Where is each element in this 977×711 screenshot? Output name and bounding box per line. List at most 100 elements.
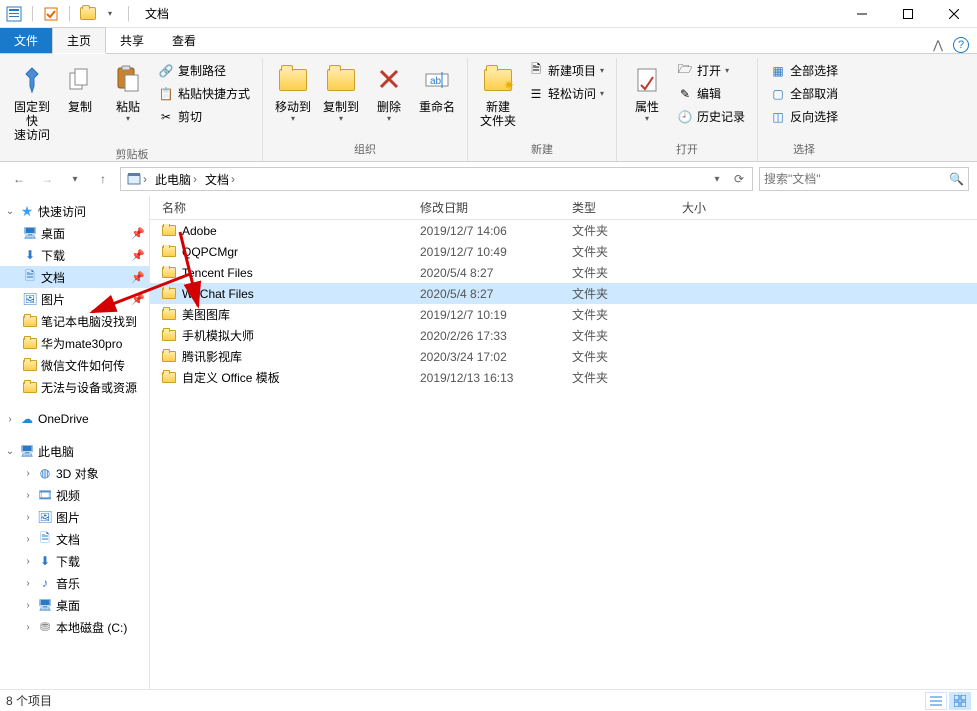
- recent-locations-button[interactable]: ▾: [64, 168, 86, 190]
- tree-downloads2[interactable]: ›⬇下载: [0, 550, 149, 572]
- tree-desktop2[interactable]: ›🖥桌面: [0, 594, 149, 616]
- new-item-button[interactable]: 🗎新建项目 ▾: [526, 60, 606, 81]
- invert-selection-button[interactable]: ◫反向选择: [768, 106, 840, 127]
- easy-access-button[interactable]: ☰轻松访问 ▾: [526, 83, 606, 104]
- tree-downloads[interactable]: ⬇下载📌: [0, 244, 149, 266]
- table-row[interactable]: Adobe2019/12/7 14:06文件夹: [150, 220, 977, 241]
- rename-button[interactable]: ab 重命名: [413, 58, 461, 116]
- easy-access-icon: ☰: [528, 86, 544, 102]
- properties-button[interactable]: 属性▾: [623, 58, 671, 125]
- tab-home[interactable]: 主页: [52, 27, 106, 54]
- forward-button[interactable]: →: [36, 168, 58, 190]
- tree-cdrive[interactable]: ›⛃本地磁盘 (C:): [0, 616, 149, 638]
- window-title: 文档: [139, 5, 169, 22]
- table-row[interactable]: QQPCMgr2019/12/7 10:49文件夹: [150, 241, 977, 262]
- view-icons-button[interactable]: [949, 692, 971, 710]
- col-header-type[interactable]: 类型: [560, 199, 670, 216]
- nav-tree[interactable]: ⌄★快速访问 🖥桌面📌 ⬇下载📌 🗎文档📌 🖼图片📌 笔记本电脑没找到 华为ma…: [0, 196, 150, 689]
- breadcrumb-this-pc[interactable]: 此电脑 ›: [153, 171, 199, 188]
- breadcrumb-dropdown-button[interactable]: ▾: [708, 168, 726, 190]
- tree-3d-objects[interactable]: ›◍3D 对象: [0, 462, 149, 484]
- copy-to-button[interactable]: 复制到▾: [317, 58, 365, 125]
- table-row[interactable]: 自定义 Office 模板2019/12/13 16:13文件夹: [150, 367, 977, 388]
- ribbon-collapse-icon[interactable]: ⋀: [933, 38, 943, 52]
- delete-button[interactable]: 删除▾: [365, 58, 413, 125]
- col-header-name[interactable]: 名称⌃: [150, 199, 408, 216]
- rename-icon: ab: [421, 64, 453, 96]
- documents-icon: 🗎: [37, 531, 53, 547]
- tab-view[interactable]: 查看: [158, 28, 210, 53]
- paste-button[interactable]: 粘贴 ▾: [104, 58, 152, 125]
- folder-icon: [162, 246, 176, 257]
- close-button[interactable]: [931, 0, 977, 28]
- tree-pictures2[interactable]: ›🖼图片: [0, 506, 149, 528]
- table-row[interactable]: 腾讯影视库2020/3/24 17:02文件夹: [150, 346, 977, 367]
- tree-documents[interactable]: 🗎文档📌: [0, 266, 149, 288]
- minimize-button[interactable]: [839, 0, 885, 28]
- table-row[interactable]: 美图图库2019/12/7 10:19文件夹: [150, 304, 977, 325]
- maximize-button[interactable]: [885, 0, 931, 28]
- ribbon-tabs: 文件 主页 共享 查看 ⋀ ?: [0, 28, 977, 54]
- view-details-button[interactable]: [925, 692, 947, 710]
- table-row[interactable]: WeChat Files2020/5/4 8:27文件夹: [150, 283, 977, 304]
- tree-folder-wx[interactable]: 微信文件如何传: [0, 354, 149, 376]
- file-date: 2019/12/7 14:06: [408, 224, 560, 238]
- nav-row: ← → ▾ ↑ › 此电脑 › 文档 › ▾ ⟳ 🔍: [0, 162, 977, 196]
- pin-to-quick-access-button[interactable]: 固定到快 速访问: [8, 58, 56, 144]
- help-icon[interactable]: ?: [953, 37, 969, 53]
- file-type: 文件夹: [560, 285, 670, 302]
- folder-icon: [162, 225, 176, 236]
- back-button[interactable]: ←: [8, 168, 30, 190]
- desktop-icon: 🖥: [37, 597, 53, 613]
- edit-button[interactable]: ✎编辑: [675, 83, 747, 104]
- tree-desktop[interactable]: 🖥桌面📌: [0, 222, 149, 244]
- tree-documents2[interactable]: ›🗎文档: [0, 528, 149, 550]
- list-header[interactable]: 名称⌃ 修改日期 类型 大小: [150, 196, 977, 220]
- select-none-button[interactable]: ▢全部取消: [768, 83, 840, 104]
- move-to-button[interactable]: 移动到▾: [269, 58, 317, 125]
- tree-folder-nb[interactable]: 笔记本电脑没找到: [0, 310, 149, 332]
- hdd-icon: ⛃: [37, 619, 53, 635]
- folder-icon: [22, 335, 38, 351]
- folder-qat-icon[interactable]: [80, 6, 96, 22]
- copy-path-button[interactable]: 🔗复制路径: [156, 60, 252, 81]
- select-all-button[interactable]: ▦全部选择: [768, 60, 840, 81]
- tree-folder-wf[interactable]: 无法与设备或资源: [0, 376, 149, 398]
- open-button[interactable]: 🗁打开 ▾: [675, 60, 747, 81]
- cut-button[interactable]: ✂剪切: [156, 106, 252, 127]
- file-name: 美图图库: [182, 306, 230, 323]
- new-folder-button[interactable]: ✷ 新建 文件夹: [474, 58, 522, 130]
- tree-videos[interactable]: ›🎞视频: [0, 484, 149, 506]
- tab-file[interactable]: 文件: [0, 28, 52, 53]
- search-input[interactable]: [764, 172, 934, 186]
- breadcrumb-documents[interactable]: 文档 ›: [203, 171, 237, 188]
- tree-quick-access[interactable]: ⌄★快速访问: [0, 200, 149, 222]
- file-date: 2019/12/7 10:49: [408, 245, 560, 259]
- file-date: 2019/12/7 10:19: [408, 308, 560, 322]
- col-header-size[interactable]: 大小: [670, 199, 770, 216]
- table-row[interactable]: 手机模拟大师2020/2/26 17:33文件夹: [150, 325, 977, 346]
- search-box[interactable]: 🔍: [759, 167, 969, 191]
- breadcrumb-root-icon[interactable]: ›: [125, 172, 149, 186]
- breadcrumb[interactable]: › 此电脑 › 文档 › ▾ ⟳: [120, 167, 753, 191]
- up-button[interactable]: ↑: [92, 168, 114, 190]
- search-icon[interactable]: 🔍: [949, 172, 964, 186]
- folder-icon: [162, 372, 176, 383]
- paste-shortcut-button[interactable]: 📋粘贴快捷方式: [156, 83, 252, 104]
- properties-qat-icon[interactable]: [43, 6, 59, 22]
- history-button[interactable]: 🕘历史记录: [675, 106, 747, 127]
- tree-onedrive[interactable]: ›☁OneDrive: [0, 408, 149, 430]
- tree-folder-hw[interactable]: 华为mate30pro: [0, 332, 149, 354]
- tree-pictures[interactable]: 🖼图片📌: [0, 288, 149, 310]
- file-list: 名称⌃ 修改日期 类型 大小 Adobe2019/12/7 14:06文件夹QQ…: [150, 196, 977, 689]
- table-row[interactable]: Tencent Files2020/5/4 8:27文件夹: [150, 262, 977, 283]
- tree-this-pc[interactable]: ⌄🖥此电脑: [0, 440, 149, 462]
- refresh-button[interactable]: ⟳: [730, 168, 748, 190]
- copy-button[interactable]: 复制: [56, 58, 104, 116]
- paste-shortcut-icon: 📋: [158, 86, 174, 102]
- col-header-date[interactable]: 修改日期: [408, 199, 560, 216]
- folder-icon: [22, 379, 38, 395]
- tree-music[interactable]: ›♪音乐: [0, 572, 149, 594]
- qat-dropdown-icon[interactable]: ▾: [102, 6, 118, 22]
- tab-share[interactable]: 共享: [106, 28, 158, 53]
